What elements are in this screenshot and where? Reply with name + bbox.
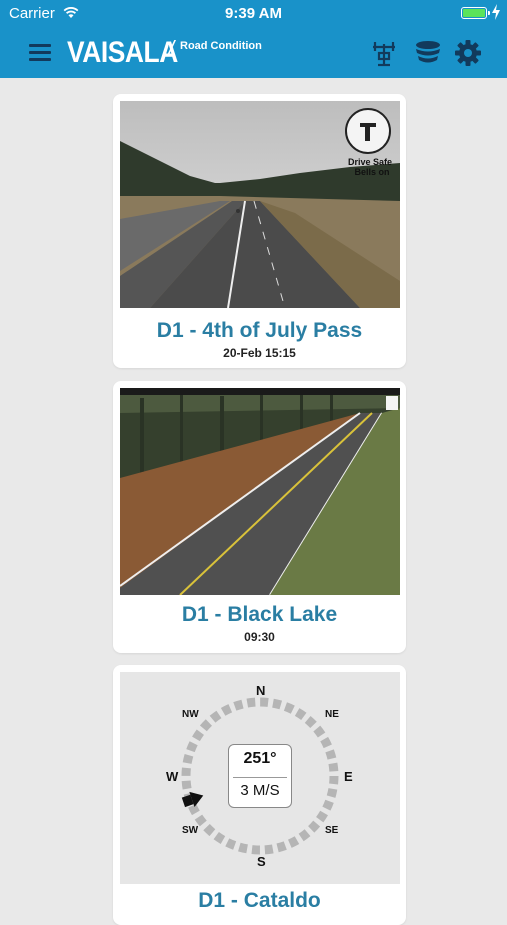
brand-name: VAISALA <box>67 36 178 69</box>
compass-n: N <box>256 683 266 698</box>
layers-icon[interactable] <box>413 38 443 68</box>
camera-title: D1 - Black Lake <box>181 603 338 626</box>
compass-w: W <box>166 769 179 784</box>
camera-image <box>120 388 400 595</box>
wind-direction: 251° <box>243 750 277 767</box>
compass-se: SE <box>325 825 339 836</box>
app-header: VAISALA / Road Condition <box>0 28 507 78</box>
svg-text:Drive Safe: Drive Safe <box>348 157 392 167</box>
wind-speed: 3 M/S <box>240 782 280 799</box>
top-bar: Carrier 9:39 AM VAISALA / Road Condition <box>0 0 507 78</box>
camera-timestamp: 20-Feb 15:15 <box>223 346 296 360</box>
vaisala-logo: VAISALA / Road Condition <box>67 36 262 70</box>
camera-banner <box>120 388 400 395</box>
compass-e: E <box>344 769 353 784</box>
compass-sw: SW <box>182 825 199 836</box>
station-title: D1 - Cataldo <box>198 889 321 912</box>
status-bar: Carrier 9:39 AM <box>0 0 507 28</box>
compass-nw: NW <box>182 709 199 720</box>
camera-timestamp: 09:30 <box>244 630 275 644</box>
camera-image: Drive Safe Bells on <box>120 101 400 308</box>
app-subtitle: Road Condition <box>180 40 262 52</box>
camera-card[interactable]: Drive Safe Bells on D1 - 4th of July Pas… <box>113 94 406 368</box>
wind-readout: 251° 3 M/S <box>228 744 292 808</box>
brand-slash: / <box>168 36 175 61</box>
compass-s: S <box>257 854 266 869</box>
battery-icon <box>461 7 490 19</box>
camera-title: D1 - 4th of July Pass <box>156 319 363 342</box>
settings-gear-icon[interactable] <box>453 38 483 68</box>
menu-icon[interactable] <box>29 44 51 62</box>
charging-icon <box>492 4 500 20</box>
weather-station-icon[interactable] <box>369 38 399 68</box>
svg-text:Bells on: Bells on <box>354 167 389 177</box>
wind-card[interactable]: N NE E SE S SW W NW 251° 3 M/S D1 - Cata… <box>113 665 406 925</box>
compass-ne: NE <box>325 709 339 720</box>
clock: 9:39 AM <box>225 5 282 22</box>
wind-compass-panel: N NE E SE S SW W NW 251° 3 M/S <box>120 672 400 884</box>
camera-card[interactable]: D1 - Black Lake 09:30 <box>113 381 406 653</box>
